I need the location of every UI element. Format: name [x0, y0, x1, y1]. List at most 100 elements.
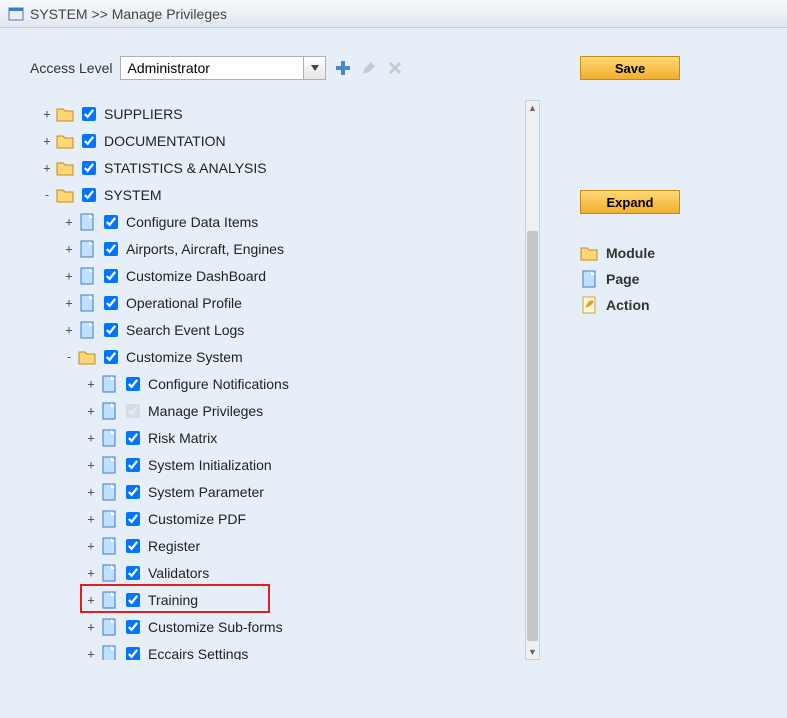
privilege-checkbox[interactable] [126, 431, 140, 445]
privilege-checkbox[interactable] [126, 377, 140, 391]
toggle-icon[interactable]: + [86, 647, 96, 661]
tree-node: +SUPPLIERS [42, 100, 435, 127]
page-icon [100, 483, 118, 501]
toggle-icon[interactable]: + [86, 377, 96, 391]
privilege-checkbox[interactable] [104, 323, 118, 337]
tree-node: +DOCUMENTATION [42, 127, 435, 154]
tree-row: +Operational Profile [64, 289, 435, 316]
tree-row: +DOCUMENTATION [42, 127, 435, 154]
privilege-checkbox[interactable] [126, 539, 140, 553]
privilege-checkbox[interactable] [126, 593, 140, 607]
privilege-checkbox[interactable] [82, 188, 96, 202]
toggle-icon[interactable]: + [64, 296, 74, 310]
access-level-label: Access Level [30, 60, 112, 76]
privilege-checkbox[interactable] [104, 296, 118, 310]
page-icon [100, 618, 118, 636]
breadcrumb-sep: >> [91, 6, 107, 22]
window-icon [8, 6, 24, 22]
toggle-icon[interactable]: + [64, 215, 74, 229]
privilege-checkbox[interactable] [126, 485, 140, 499]
scrollbar-up-arrow[interactable]: ▲ [526, 101, 539, 115]
node-label: Airports, Aircraft, Engines [126, 241, 284, 257]
toggle-icon[interactable]: + [64, 242, 74, 256]
tree-node: - SYSTEM + Configure Data Items + Airports, A… [42, 181, 435, 660]
privilege-checkbox[interactable] [104, 350, 118, 364]
tree-row: +SUPPLIERS [42, 100, 435, 127]
privilege-checkbox[interactable] [126, 566, 140, 580]
privilege-checkbox[interactable] [82, 134, 96, 148]
toggle-icon[interactable]: + [86, 566, 96, 580]
tree-row: -Customize System [64, 343, 435, 370]
legend-action: Action [580, 296, 740, 314]
toggle-icon[interactable]: + [86, 485, 96, 499]
toggle-icon[interactable]: + [86, 431, 96, 445]
toggle-icon[interactable]: + [86, 404, 96, 418]
tree-row: +Manage Privileges [86, 397, 435, 424]
tree-row: +Customize DashBoard [64, 262, 435, 289]
add-icon[interactable] [334, 59, 352, 77]
tree-node: +Risk Matrix [86, 424, 435, 451]
node-label: SYSTEM [104, 187, 162, 203]
toggle-icon[interactable]: - [64, 350, 74, 364]
save-button[interactable]: Save [580, 56, 680, 80]
folder-icon [56, 105, 74, 123]
page-icon [100, 564, 118, 582]
toggle-icon[interactable]: + [42, 161, 52, 175]
expand-button[interactable]: Expand [580, 190, 680, 214]
folder-icon [78, 348, 96, 366]
tree-row: - SYSTEM [42, 181, 435, 208]
tree-row: +System Parameter [86, 478, 435, 505]
page-icon [580, 270, 598, 288]
toggle-icon[interactable]: + [42, 134, 52, 148]
toggle-icon[interactable]: + [64, 323, 74, 337]
privilege-checkbox[interactable] [126, 620, 140, 634]
tree-children: + Configure Data Items + Airports, Aircraft… [42, 208, 435, 660]
toggle-icon[interactable]: + [86, 539, 96, 553]
privilege-checkbox[interactable] [126, 647, 140, 661]
folder-icon [580, 244, 598, 262]
node-label: Configure Notifications [148, 376, 289, 392]
node-label: Eccairs Settings [148, 646, 248, 661]
toggle-icon[interactable]: + [42, 107, 52, 121]
legend-action-label: Action [606, 297, 650, 313]
folder-icon [56, 186, 74, 204]
page-icon [100, 645, 118, 661]
privilege-checkbox[interactable] [82, 161, 96, 175]
page-icon [100, 456, 118, 474]
access-level-dropdown-button[interactable] [303, 57, 325, 79]
vertical-scrollbar[interactable]: ▲ ▼ [525, 100, 540, 660]
page-icon [78, 321, 96, 339]
tree-node: + Search Event Logs [64, 316, 435, 343]
privilege-checkbox[interactable] [126, 512, 140, 526]
node-label: Search Event Logs [126, 322, 244, 338]
toggle-icon[interactable]: + [86, 458, 96, 472]
page-icon [78, 213, 96, 231]
tree-row: + Search Event Logs [64, 316, 435, 343]
toggle-icon[interactable]: + [86, 512, 96, 526]
privilege-checkbox[interactable] [126, 458, 140, 472]
scrollbar-down-arrow[interactable]: ▼ [526, 645, 539, 659]
folder-icon [56, 159, 74, 177]
toggle-icon[interactable]: - [42, 188, 52, 202]
toggle-icon[interactable]: + [86, 593, 96, 607]
legend-module-label: Module [606, 245, 655, 261]
scrollbar-thumb[interactable] [527, 231, 538, 641]
toggle-icon[interactable]: + [86, 620, 96, 634]
tree-node: +Customize PDF [86, 505, 435, 532]
tree-node: +System Initialization [86, 451, 435, 478]
legend-page-label: Page [606, 271, 639, 287]
action-icon [580, 296, 598, 314]
privilege-checkbox[interactable] [82, 107, 96, 121]
tree-row: + Configure Notifications [86, 370, 435, 397]
privilege-checkbox[interactable] [104, 215, 118, 229]
tree-children: + Configure Notifications +Manage Privileg… [64, 370, 435, 660]
tree-row: + Eccairs Settings [86, 640, 435, 660]
node-label: Configure Data Items [126, 214, 258, 230]
access-level-input[interactable] [121, 57, 303, 79]
page-icon [100, 402, 118, 420]
tree-row: +Training [86, 586, 435, 613]
legend-page: Page [580, 270, 740, 288]
privilege-checkbox[interactable] [104, 269, 118, 283]
privilege-checkbox[interactable] [104, 242, 118, 256]
toggle-icon[interactable]: + [64, 269, 74, 283]
